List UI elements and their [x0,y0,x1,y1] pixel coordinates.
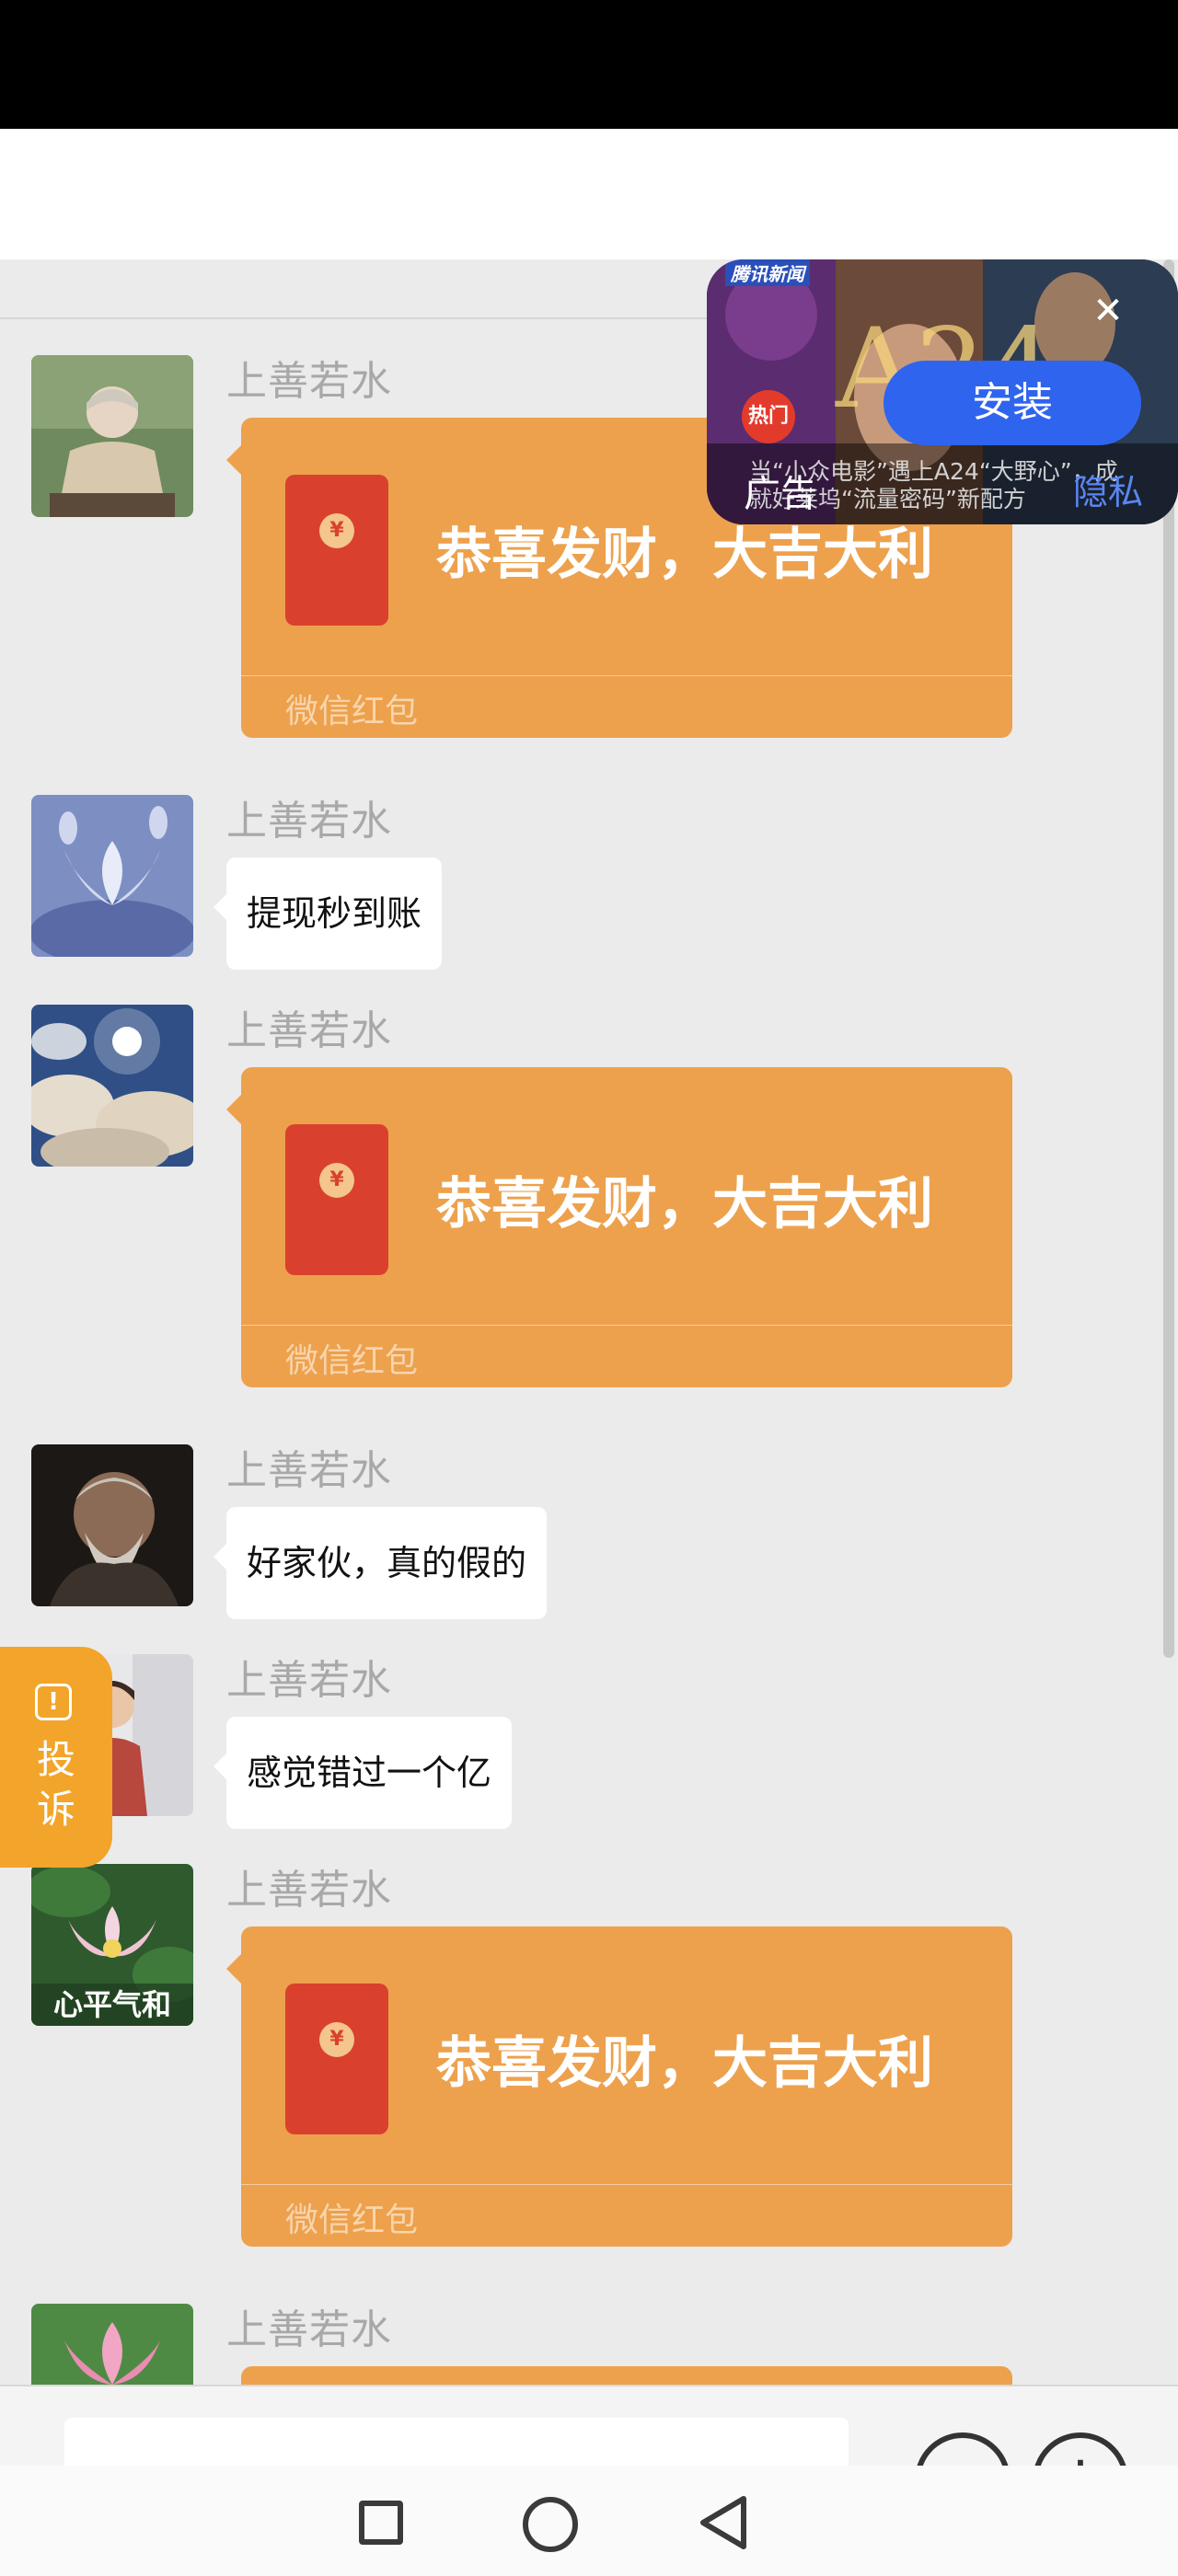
recents-icon[interactable] [359,2501,403,2545]
sender-name: 上善若水 [226,358,392,405]
red-packet[interactable]: ¥ 恭喜发财，大吉大利 微信红包 [226,1926,1012,2247]
alert-icon: ! [35,1684,72,1720]
red-packet[interactable]: ¥ 恭喜发财，大吉大利 微信红包 [226,1067,1012,1387]
install-button[interactable]: 安装 [884,361,1141,445]
avatar-caption: 心平气和 [52,1987,171,2022]
red-packet-label: 微信红包 [285,693,419,730]
message-input[interactable] [64,2418,849,2467]
plus-icon[interactable]: + [1033,2432,1128,2467]
status-bar [0,0,1178,129]
red-envelope-icon: ¥ [285,475,388,626]
red-packet-divider [241,2184,1012,2185]
sender-name: 上善若水 [226,1867,392,1914]
privacy-link[interactable]: 隐私 [1073,464,1143,514]
ad-source-badge: 腾讯新闻 [725,259,810,286]
floating-ad[interactable]: A24 腾讯新闻 ✕ 热门 安装 当“小众电影”遇上A24“大野心”，成就好莱坞… [707,259,1178,524]
red-packet[interactable] [226,2366,1012,2423]
home-icon[interactable] [523,2497,578,2552]
avatar[interactable] [31,355,193,517]
complain-label-1: 投 [36,1737,75,1782]
red-packet-label: 微信红包 [285,2202,419,2239]
complain-label-2: 诉 [36,1787,75,1832]
text-bubble[interactable]: 好家伙，真的假的 [213,1507,548,1619]
hot-badge: 热门 [742,390,795,443]
complain-button[interactable]: ! 投 诉 [0,1647,112,1868]
sender-name: 上善若水 [226,1657,392,1704]
red-envelope-icon: ¥ [285,1124,388,1275]
sender-name: 上善若水 [226,2306,392,2353]
text-bubble[interactable]: 提现秒到账 [213,857,443,970]
emoji-icon[interactable] [915,2432,1011,2467]
input-area: + [0,2385,1178,2467]
avatar[interactable] [31,1444,193,1606]
red-packet-title: 恭喜发财，大吉大利 [436,1172,933,1236]
avatar[interactable]: 心平气和 [31,1864,193,2026]
red-envelope-icon: ¥ [285,1984,388,2134]
avatar[interactable] [31,795,193,957]
sender-name: 上善若水 [226,798,392,845]
red-packet-divider [241,675,1012,676]
avatar[interactable] [31,2304,193,2385]
sender-name: 上善若水 [226,1007,392,1054]
red-packet-title: 恭喜发财，大吉大利 [436,2031,933,2096]
sender-name: 上善若水 [226,1447,392,1494]
ad-label: 广告 [744,473,817,515]
close-icon[interactable]: ✕ [1088,291,1128,331]
back-icon[interactable] [698,2495,749,2550]
red-packet-label: 微信红包 [285,1342,419,1380]
red-packet-divider [241,1325,1012,1326]
avatar[interactable] [31,1005,193,1167]
text-bubble[interactable]: 感觉错过一个亿 [213,1717,513,1829]
system-nav-bar [0,2466,1178,2576]
chat-header [0,129,1178,259]
